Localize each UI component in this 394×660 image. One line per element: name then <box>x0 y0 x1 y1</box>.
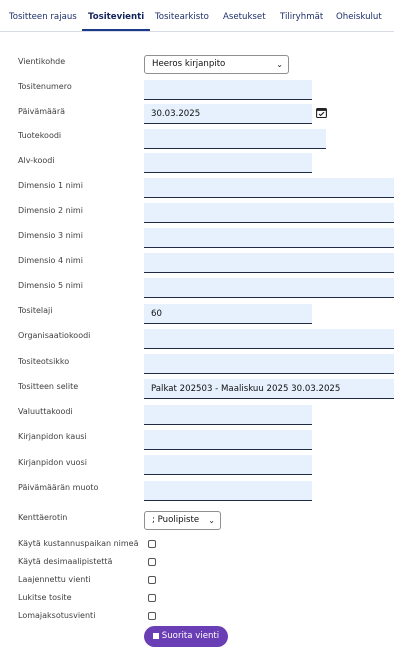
suorita-vienti-button[interactable]: Suorita vienti <box>144 626 228 647</box>
dimensio-2-input[interactable] <box>144 203 394 223</box>
kenttaerotin-select[interactable]: ; Puolipiste ⌄ <box>144 511 221 530</box>
chevron-down-icon: ⌄ <box>276 60 283 69</box>
kenttaerotin-label: Kenttäerotin <box>18 513 68 522</box>
dimensio-1-input[interactable] <box>144 178 394 198</box>
dimensio-3-label: Dimensio 3 nimi <box>18 231 83 240</box>
tositeotsikko-input[interactable] <box>144 354 394 374</box>
checkbox-label-lukitse-tosite: Lukitse tosite <box>18 593 72 602</box>
chevron-down-icon: ⌄ <box>208 516 215 525</box>
lomajaksotusvienti-checkbox[interactable] <box>148 612 156 620</box>
dimensio-1-label: Dimensio 1 nimi <box>18 181 83 190</box>
checkbox-label-lomajaksotusvienti: Lomajaksotusvienti <box>18 611 96 620</box>
valuuttakoodi-label: Valuuttakoodi <box>18 407 73 416</box>
dimensio-5-input[interactable] <box>144 278 394 298</box>
laajennettu-vienti-checkbox[interactable] <box>148 576 156 584</box>
tositenumero-label: Tositenumero <box>18 82 72 91</box>
suorita-vienti-label: Suorita vienti <box>161 631 220 641</box>
stop-square-icon <box>152 633 159 639</box>
kirjanpidon-vuosi-label: Kirjanpidon vuosi <box>18 458 87 467</box>
valuuttakoodi-input[interactable] <box>144 405 312 425</box>
tositenumero-input[interactable] <box>144 80 312 100</box>
dimensio-5-label: Dimensio 5 nimi <box>18 281 83 290</box>
vientikohde-label: Vientikohde <box>18 57 66 66</box>
paivamaara-label: Päivämäärä <box>18 107 66 116</box>
tab-tiliryhmat[interactable]: Tiliryhmät <box>280 0 323 31</box>
vientikohde-value: Heeros kirjanpito <box>152 59 226 69</box>
desimaalipiste-checkbox[interactable] <box>148 558 156 566</box>
calendar-icon[interactable] <box>316 107 327 118</box>
tab-bar: Tositteen rajaus Tositevienti Tositearki… <box>0 0 394 32</box>
tuotekoodi-input[interactable] <box>144 129 326 149</box>
checkbox-label-kustannuspaikka: Käytä kustannuspaikan nimeä <box>18 539 139 548</box>
tositteen-selite-input[interactable]: Palkat 202503 - Maaliskuu 2025 30.03.202… <box>144 379 394 399</box>
tositelaji-label: Tositelaji <box>18 306 53 315</box>
tositeotsikko-label: Tositeotsikko <box>18 357 70 366</box>
tuotekoodi-label: Tuotekoodi <box>18 131 62 140</box>
tab-oheiskulut[interactable]: Oheiskulut <box>336 0 382 31</box>
vientikohde-select[interactable]: Heeros kirjanpito ⌄ <box>144 55 289 74</box>
dimensio-4-input[interactable] <box>144 253 394 273</box>
kirjanpidon-kausi-label: Kirjanpidon kausi <box>18 432 87 441</box>
tab-tositevienti[interactable]: Tositevienti <box>82 0 151 31</box>
kirjanpidon-vuosi-input[interactable] <box>144 455 312 475</box>
tositelaji-input[interactable]: 60 <box>144 304 312 324</box>
alv-koodi-input[interactable] <box>144 153 312 173</box>
alv-koodi-label: Alv-koodi <box>18 156 55 165</box>
organisaatiokoodi-input[interactable] <box>144 329 394 349</box>
paivamaara-input[interactable]: 30.03.2025 <box>144 104 312 124</box>
tositteen-selite-label: Tositteen selite <box>18 382 79 391</box>
tab-tositearkisto[interactable]: Tositearkisto <box>155 0 209 31</box>
checkbox-label-laajennettu-vienti: Laajennettu vienti <box>18 575 91 584</box>
organisaatiokoodi-label: Organisaatiokoodi <box>18 331 91 340</box>
lukitse-tosite-checkbox[interactable] <box>148 594 156 602</box>
tab-tositteen-rajaus[interactable]: Tositteen rajaus <box>9 0 77 31</box>
dimensio-2-label: Dimensio 2 nimi <box>18 206 83 215</box>
kenttaerotin-value: ; Puolipiste <box>152 515 200 525</box>
paivamaaran-muoto-input[interactable] <box>144 481 312 501</box>
kirjanpidon-kausi-input[interactable] <box>144 430 312 450</box>
paivamaaran-muoto-label: Päivämäärän muoto <box>18 483 99 492</box>
tab-asetukset[interactable]: Asetukset <box>223 0 266 31</box>
dimensio-3-input[interactable] <box>144 228 394 248</box>
kustannuspaikka-checkbox[interactable] <box>148 540 156 548</box>
dimensio-4-label: Dimensio 4 nimi <box>18 256 83 265</box>
checkbox-label-desimaalipiste: Käytä desimaalipistettä <box>18 557 113 566</box>
